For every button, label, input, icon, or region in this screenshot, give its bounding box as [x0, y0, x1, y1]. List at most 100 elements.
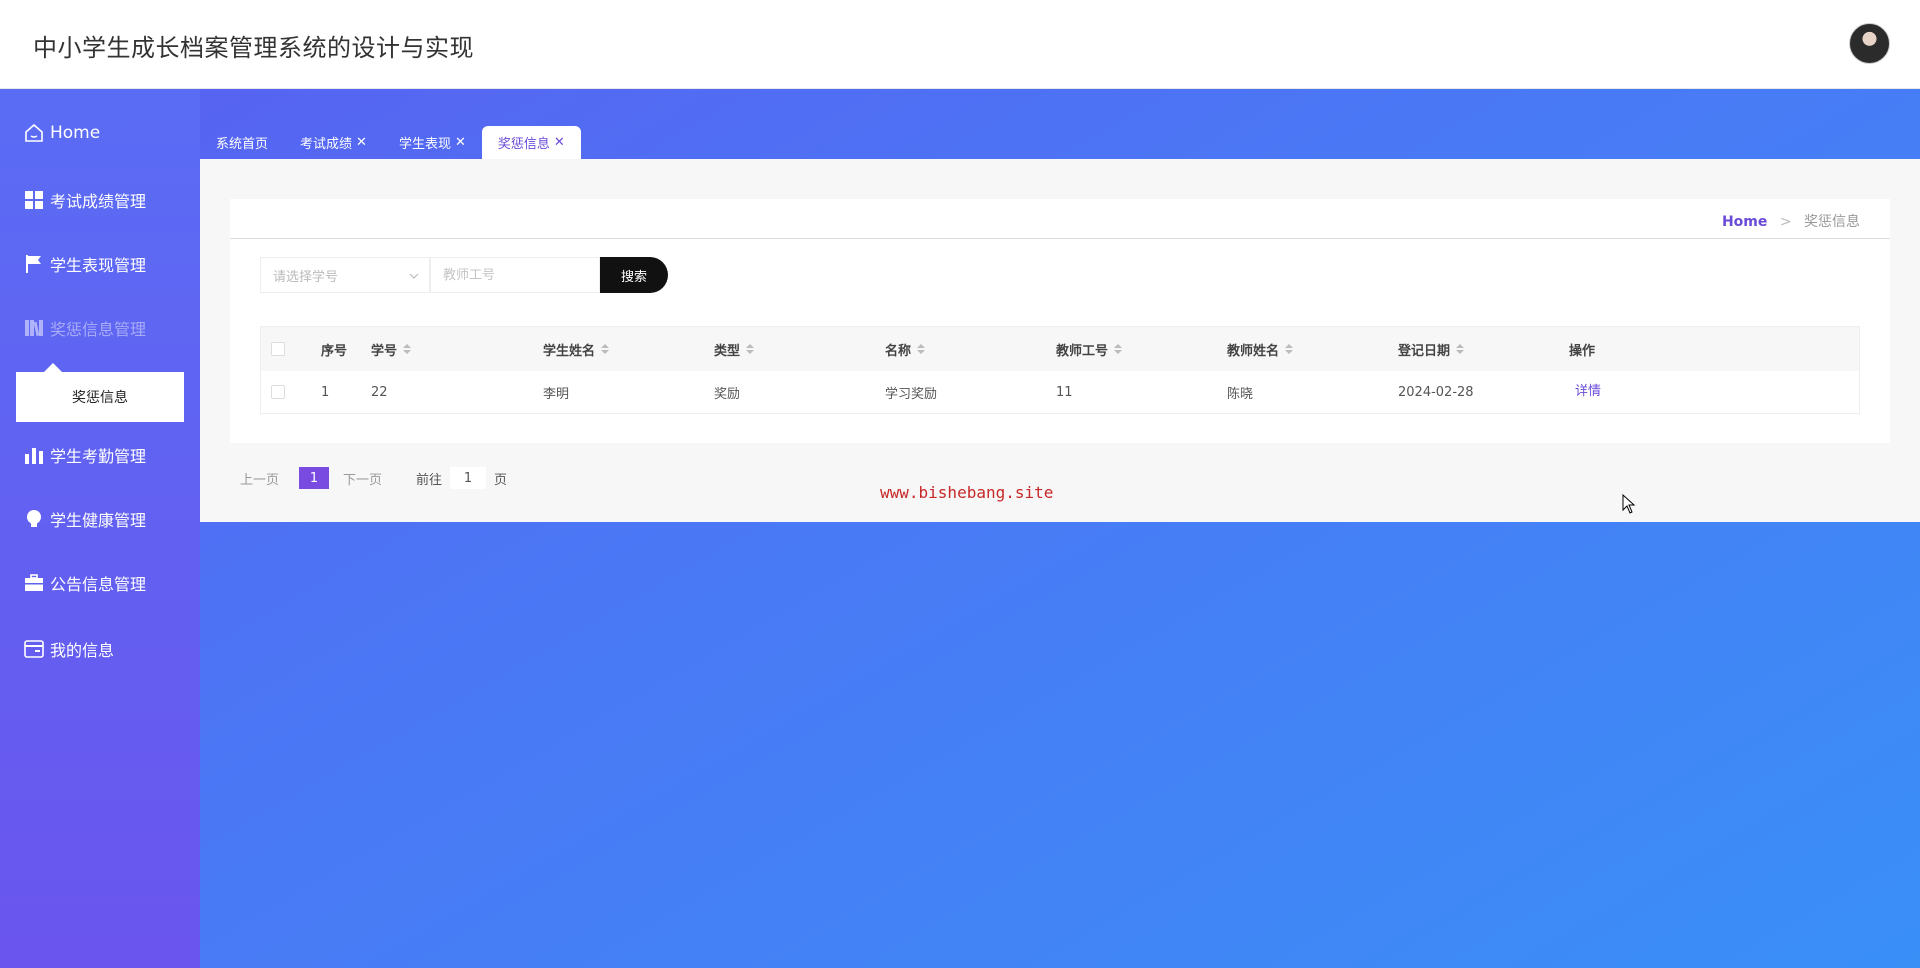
divider	[230, 238, 1890, 239]
goto-page-input[interactable]: 1	[450, 467, 487, 489]
tab-exam-scores[interactable]: 考试成绩 ✕	[284, 126, 383, 159]
row-checkbox[interactable]	[271, 385, 285, 399]
sidebar-item-label: 学生考勤管理	[50, 447, 147, 466]
grid-icon	[24, 190, 44, 210]
briefcase-icon	[24, 573, 44, 593]
sort-icon	[1456, 344, 1465, 354]
cell-index: 1	[321, 384, 330, 400]
select-all-checkbox[interactable]	[271, 342, 285, 356]
column-header: 序号	[321, 343, 348, 359]
table-header: 序号 学号 学生姓名 类型 名称 教师工号 教师姓名 登记日期 操作	[261, 327, 1859, 371]
mouse-cursor-icon	[1622, 494, 1636, 514]
watermark: www.bishebang.site	[880, 483, 1054, 502]
sidebar-item-label: 公告信息管理	[50, 575, 147, 594]
column-header-sortable[interactable]: 学生姓名	[543, 327, 610, 371]
tab-bar: 系统首页 考试成绩 ✕ 学生表现 ✕ 奖惩信息 ✕	[200, 126, 581, 159]
cell-student-id: 22	[371, 384, 388, 400]
column-header-sortable[interactable]: 登记日期	[1398, 327, 1465, 371]
top-bar: 中小学生成长档案管理系统的设计与实现	[0, 0, 1920, 89]
sort-icon	[601, 344, 610, 354]
column-header-label: 名称	[885, 343, 912, 359]
column-header-sortable[interactable]: 名称	[885, 327, 926, 371]
column-header: 操作	[1569, 343, 1596, 359]
column-header-sortable[interactable]: 类型	[714, 327, 755, 371]
sidebar-item-label: 奖惩信息管理	[50, 320, 147, 339]
book-icon	[24, 318, 44, 338]
sort-icon	[917, 344, 926, 354]
breadcrumb: Home > 奖惩信息	[1722, 211, 1860, 231]
submenu-item-rewards-info[interactable]: 奖惩信息	[16, 363, 184, 422]
cell-type: 奖励	[714, 386, 741, 402]
tab-rewards-info[interactable]: 奖惩信息 ✕	[481, 126, 581, 159]
table-row: 1 22 李明 奖励 学习奖励 11 陈晓 2024-02-28 详情	[261, 371, 1859, 413]
sidebar-item-home[interactable]: Home	[24, 123, 100, 143]
sidebar-item-announcements[interactable]: 公告信息管理	[24, 571, 146, 595]
column-header-sortable[interactable]: 教师工号	[1056, 327, 1123, 371]
cell-student-name: 李明	[543, 386, 570, 402]
sidebar-item-student-performance[interactable]: 学生表现管理	[24, 252, 146, 276]
card-icon	[24, 639, 44, 659]
sidebar-item-my-info[interactable]: 我的信息	[24, 637, 114, 661]
next-page-button[interactable]: 下一页	[343, 469, 382, 488]
main-content: Home > 奖惩信息 请选择学号 搜索 序号 学号 学生姓名 类型 名称	[200, 159, 1920, 522]
sidebar-item-attendance[interactable]: 学生考勤管理	[24, 443, 146, 467]
breadcrumb-separator: >	[1779, 214, 1792, 230]
tab-label: 奖惩信息	[497, 137, 550, 152]
sort-icon	[746, 344, 755, 354]
app-title: 中小学生成长档案管理系统的设计与实现	[33, 34, 474, 62]
cell-date: 2024-02-28	[1398, 384, 1474, 400]
content-card: Home > 奖惩信息 请选择学号 搜索 序号 学号 学生姓名 类型 名称	[230, 199, 1890, 443]
chevron-down-icon	[409, 268, 419, 283]
column-header-label: 登记日期	[1398, 343, 1451, 359]
column-header-sortable[interactable]: 学号	[371, 327, 412, 371]
column-header-label: 教师工号	[1056, 343, 1109, 359]
column-header-label: 学号	[371, 343, 398, 359]
tab-student-performance[interactable]: 学生表现 ✕	[383, 126, 482, 159]
sort-icon	[403, 344, 412, 354]
bulb-icon	[24, 509, 44, 529]
cell-name: 学习奖励	[885, 386, 938, 402]
sidebar: Home 考试成绩管理 学生表现管理 奖惩信息管理 奖惩信息 学生考勤管理 学生…	[0, 89, 200, 968]
sidebar-item-label: 考试成绩管理	[50, 192, 147, 211]
cell-teacher-id: 11	[1056, 384, 1073, 400]
sort-icon	[1285, 344, 1294, 354]
sidebar-item-rewards-punishments[interactable]: 奖惩信息管理	[24, 316, 146, 340]
column-header-label: 教师姓名	[1227, 343, 1280, 359]
tab-label: 考试成绩	[300, 137, 353, 152]
breadcrumb-current: 奖惩信息	[1804, 214, 1860, 230]
sidebar-item-health[interactable]: 学生健康管理	[24, 507, 146, 531]
breadcrumb-home[interactable]: Home	[1722, 214, 1767, 230]
sidebar-item-label: 我的信息	[50, 641, 115, 660]
search-row: 请选择学号 搜索	[260, 257, 668, 293]
sidebar-item-label: 学生表现管理	[50, 256, 147, 275]
sort-icon	[1114, 344, 1123, 354]
prev-page-button[interactable]: 上一页	[240, 469, 279, 488]
home-icon	[24, 123, 44, 143]
goto-label: 前往	[416, 472, 443, 488]
close-icon[interactable]: ✕	[554, 135, 565, 150]
column-header-label: 学生姓名	[543, 343, 596, 359]
close-icon[interactable]: ✕	[455, 135, 466, 150]
data-table: 序号 学号 学生姓名 类型 名称 教师工号 教师姓名 登记日期 操作 1 22 …	[260, 326, 1860, 414]
close-icon[interactable]: ✕	[356, 135, 367, 150]
cell-teacher-name: 陈晓	[1227, 386, 1254, 402]
teacher-id-input[interactable]	[430, 257, 600, 293]
bar-chart-icon	[24, 445, 44, 465]
search-button[interactable]: 搜索	[600, 257, 668, 293]
tab-home[interactable]: 系统首页	[200, 126, 284, 159]
sidebar-item-label: 学生健康管理	[50, 511, 147, 530]
column-header-label: 类型	[714, 343, 741, 359]
column-header-sortable[interactable]: 教师姓名	[1227, 327, 1294, 371]
sidebar-item-label: Home	[50, 123, 101, 143]
current-page[interactable]: 1	[299, 467, 330, 489]
student-id-select[interactable]: 请选择学号	[260, 257, 430, 293]
sidebar-item-exam-scores[interactable]: 考试成绩管理	[24, 188, 146, 212]
tab-label: 系统首页	[216, 137, 269, 152]
page-unit-label: 页	[494, 472, 508, 488]
select-placeholder: 请选择学号	[273, 269, 339, 285]
avatar[interactable]	[1849, 23, 1890, 64]
tab-label: 学生表现	[398, 137, 451, 152]
flag-icon	[24, 254, 44, 274]
detail-link[interactable]: 详情	[1575, 380, 1601, 399]
pagination: 上一页 1 下一页 前往 1 页	[240, 467, 507, 489]
